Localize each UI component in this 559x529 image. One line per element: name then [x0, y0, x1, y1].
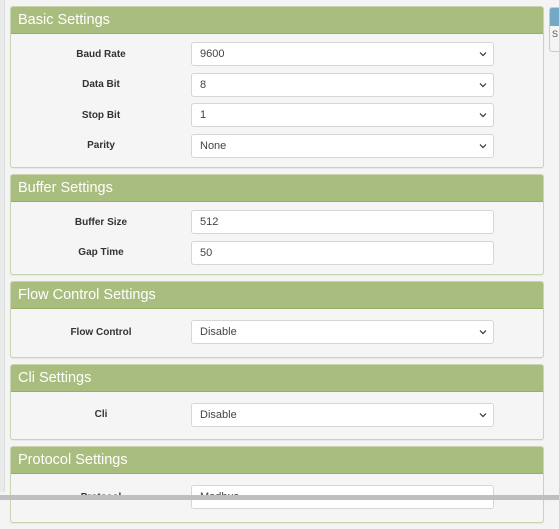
panel-title: Flow Control Settings [11, 282, 543, 309]
chevron-down-icon [479, 411, 487, 419]
panel-title: Cli Settings [11, 364, 543, 392]
form-row: Baud Rate 9600 [11, 39, 543, 70]
baud-rate-label: Baud Rate [76, 48, 126, 60]
stop-bit-label: Stop Bit [81, 109, 121, 121]
side-panel-text: S [552, 29, 559, 39]
buffer-size-input[interactable]: 512 [191, 210, 494, 235]
cli-select[interactable]: Disable [191, 402, 494, 427]
flow-control-select[interactable]: Disable [191, 320, 494, 345]
chevron-down-icon [479, 328, 487, 336]
select-value: Disable [200, 326, 237, 339]
form-row: Flow Control Disable [11, 317, 543, 348]
protocol-settings-panel: Protocol Settings Protocol Modbus [10, 446, 544, 523]
settings-panels: Basic Settings Baud Rate 9600 Data Bit 8… [10, 6, 544, 529]
cli-settings-panel: Cli Settings Cli Disable [10, 363, 544, 440]
chevron-down-icon [479, 50, 487, 58]
panel-title: Protocol Settings [11, 447, 543, 474]
flow-control-label: Flow Control [70, 326, 132, 338]
buffer-size-label: Buffer Size [74, 216, 128, 228]
form-row: Data Bit 8 [11, 70, 543, 101]
side-panel-partial: S [549, 7, 559, 52]
select-value: Disable [200, 408, 237, 421]
form-row: Buffer Size 512 [11, 207, 543, 238]
parity-select[interactable]: None [191, 133, 494, 158]
select-value: None [200, 139, 227, 152]
select-value: 9600 [200, 48, 225, 61]
panel-title: Basic Settings [11, 7, 543, 34]
flow-control-settings-panel: Flow Control Settings Flow Control Disab… [10, 281, 544, 358]
chevron-down-icon [479, 142, 487, 150]
baud-rate-select[interactable]: 9600 [191, 42, 494, 67]
input-value: 50 [200, 246, 213, 259]
form-row: Gap Time 50 [11, 238, 543, 269]
select-value: 1 [200, 109, 207, 122]
form-row: Stop Bit 1 [11, 100, 543, 131]
chevron-down-icon [479, 81, 487, 89]
buffer-settings-panel: Buffer Settings Buffer Size 512 Gap Time… [10, 174, 544, 275]
data-bit-label: Data Bit [82, 79, 120, 91]
cli-label: Cli [94, 409, 108, 421]
data-bit-select[interactable]: 8 [191, 72, 494, 97]
parity-label: Parity [87, 140, 115, 152]
left-sidebar-edge [0, 0, 5, 492]
form-row: Parity None [11, 131, 543, 162]
horizontal-scrollbar[interactable] [0, 495, 559, 500]
chevron-down-icon [479, 111, 487, 119]
basic-settings-panel: Basic Settings Baud Rate 9600 Data Bit 8… [10, 6, 544, 168]
select-value: 8 [200, 78, 207, 91]
side-panel-header [550, 8, 559, 26]
gap-time-label: Gap Time [78, 247, 124, 259]
form-row: Cli Disable [11, 400, 543, 431]
panel-title: Buffer Settings [11, 175, 543, 202]
input-value: 512 [200, 216, 219, 229]
stop-bit-select[interactable]: 1 [191, 103, 494, 128]
gap-time-input[interactable]: 50 [191, 240, 494, 265]
